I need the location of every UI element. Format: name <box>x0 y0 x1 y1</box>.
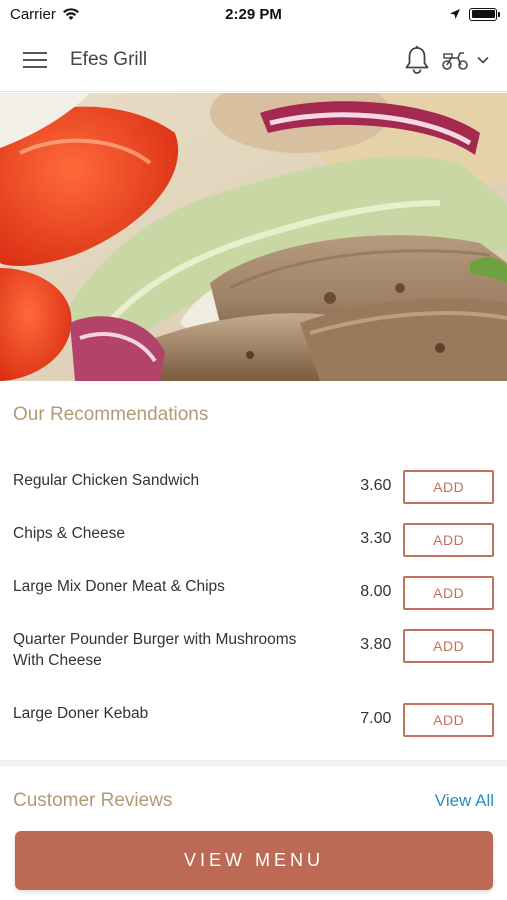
section-divider <box>0 760 507 766</box>
item-name: Regular Chicken Sandwich <box>13 472 200 489</box>
carrier-label: Carrier <box>10 5 56 23</box>
delivery-mode-selector[interactable] <box>441 38 507 82</box>
hamburger-icon <box>23 51 47 68</box>
item-price: 3.30 <box>360 530 392 547</box>
item-price: 3.80 <box>360 636 392 653</box>
item-name: Chips & Cheese <box>13 525 126 542</box>
add-button[interactable]: ADD <box>403 470 494 504</box>
recommendation-item: Large Doner Kebab 7.00 ADD <box>0 693 507 746</box>
notifications-button[interactable] <box>397 38 437 82</box>
add-button[interactable]: ADD <box>403 629 494 663</box>
recommendation-item: Large Mix Doner Meat & Chips 8.00 ADD <box>0 566 507 619</box>
battery-level <box>471 10 495 18</box>
wifi-icon <box>62 8 79 20</box>
food-illustration <box>0 93 507 381</box>
view-all-reviews-link[interactable]: View All <box>435 791 494 811</box>
recommendations-title: Our Recommendations <box>13 404 209 425</box>
chevron-down-icon <box>477 56 489 64</box>
item-price: 7.00 <box>360 710 392 727</box>
item-name: Large Doner Kebab <box>13 705 149 722</box>
scooter-icon <box>442 51 468 70</box>
recommendations-list: Regular Chicken Sandwich 3.60 ADD Chips … <box>0 460 507 746</box>
status-right <box>449 7 500 21</box>
item-price: 3.60 <box>360 477 392 494</box>
battery-icon <box>469 7 500 21</box>
location-arrow-icon <box>450 9 460 19</box>
view-menu-button[interactable]: VIEW MENU <box>15 831 493 890</box>
status-bar: Carrier 2:29 PM <box>0 0 507 28</box>
status-left: Carrier <box>10 6 449 23</box>
recommendation-item: Regular Chicken Sandwich 3.60 ADD <box>0 460 507 513</box>
add-button[interactable]: ADD <box>403 523 494 557</box>
recommendation-item: Quarter Pounder Burger with Mushrooms Wi… <box>0 619 507 693</box>
add-button[interactable]: ADD <box>403 576 494 610</box>
item-name: Large Mix Doner Meat & Chips <box>13 578 225 595</box>
item-price: 8.00 <box>360 583 392 600</box>
restaurant-title: Efes Grill <box>70 48 148 70</box>
item-name: Quarter Pounder Burger with Mushrooms Wi… <box>13 631 297 669</box>
menu-button[interactable] <box>0 28 70 92</box>
recommendation-item: Chips & Cheese 3.30 ADD <box>0 513 507 566</box>
add-button[interactable]: ADD <box>403 703 494 737</box>
app-header: Efes Grill <box>0 28 507 92</box>
customer-reviews-title: Customer Reviews <box>13 790 173 811</box>
bell-icon <box>405 45 429 74</box>
hero-food-image <box>0 93 507 381</box>
